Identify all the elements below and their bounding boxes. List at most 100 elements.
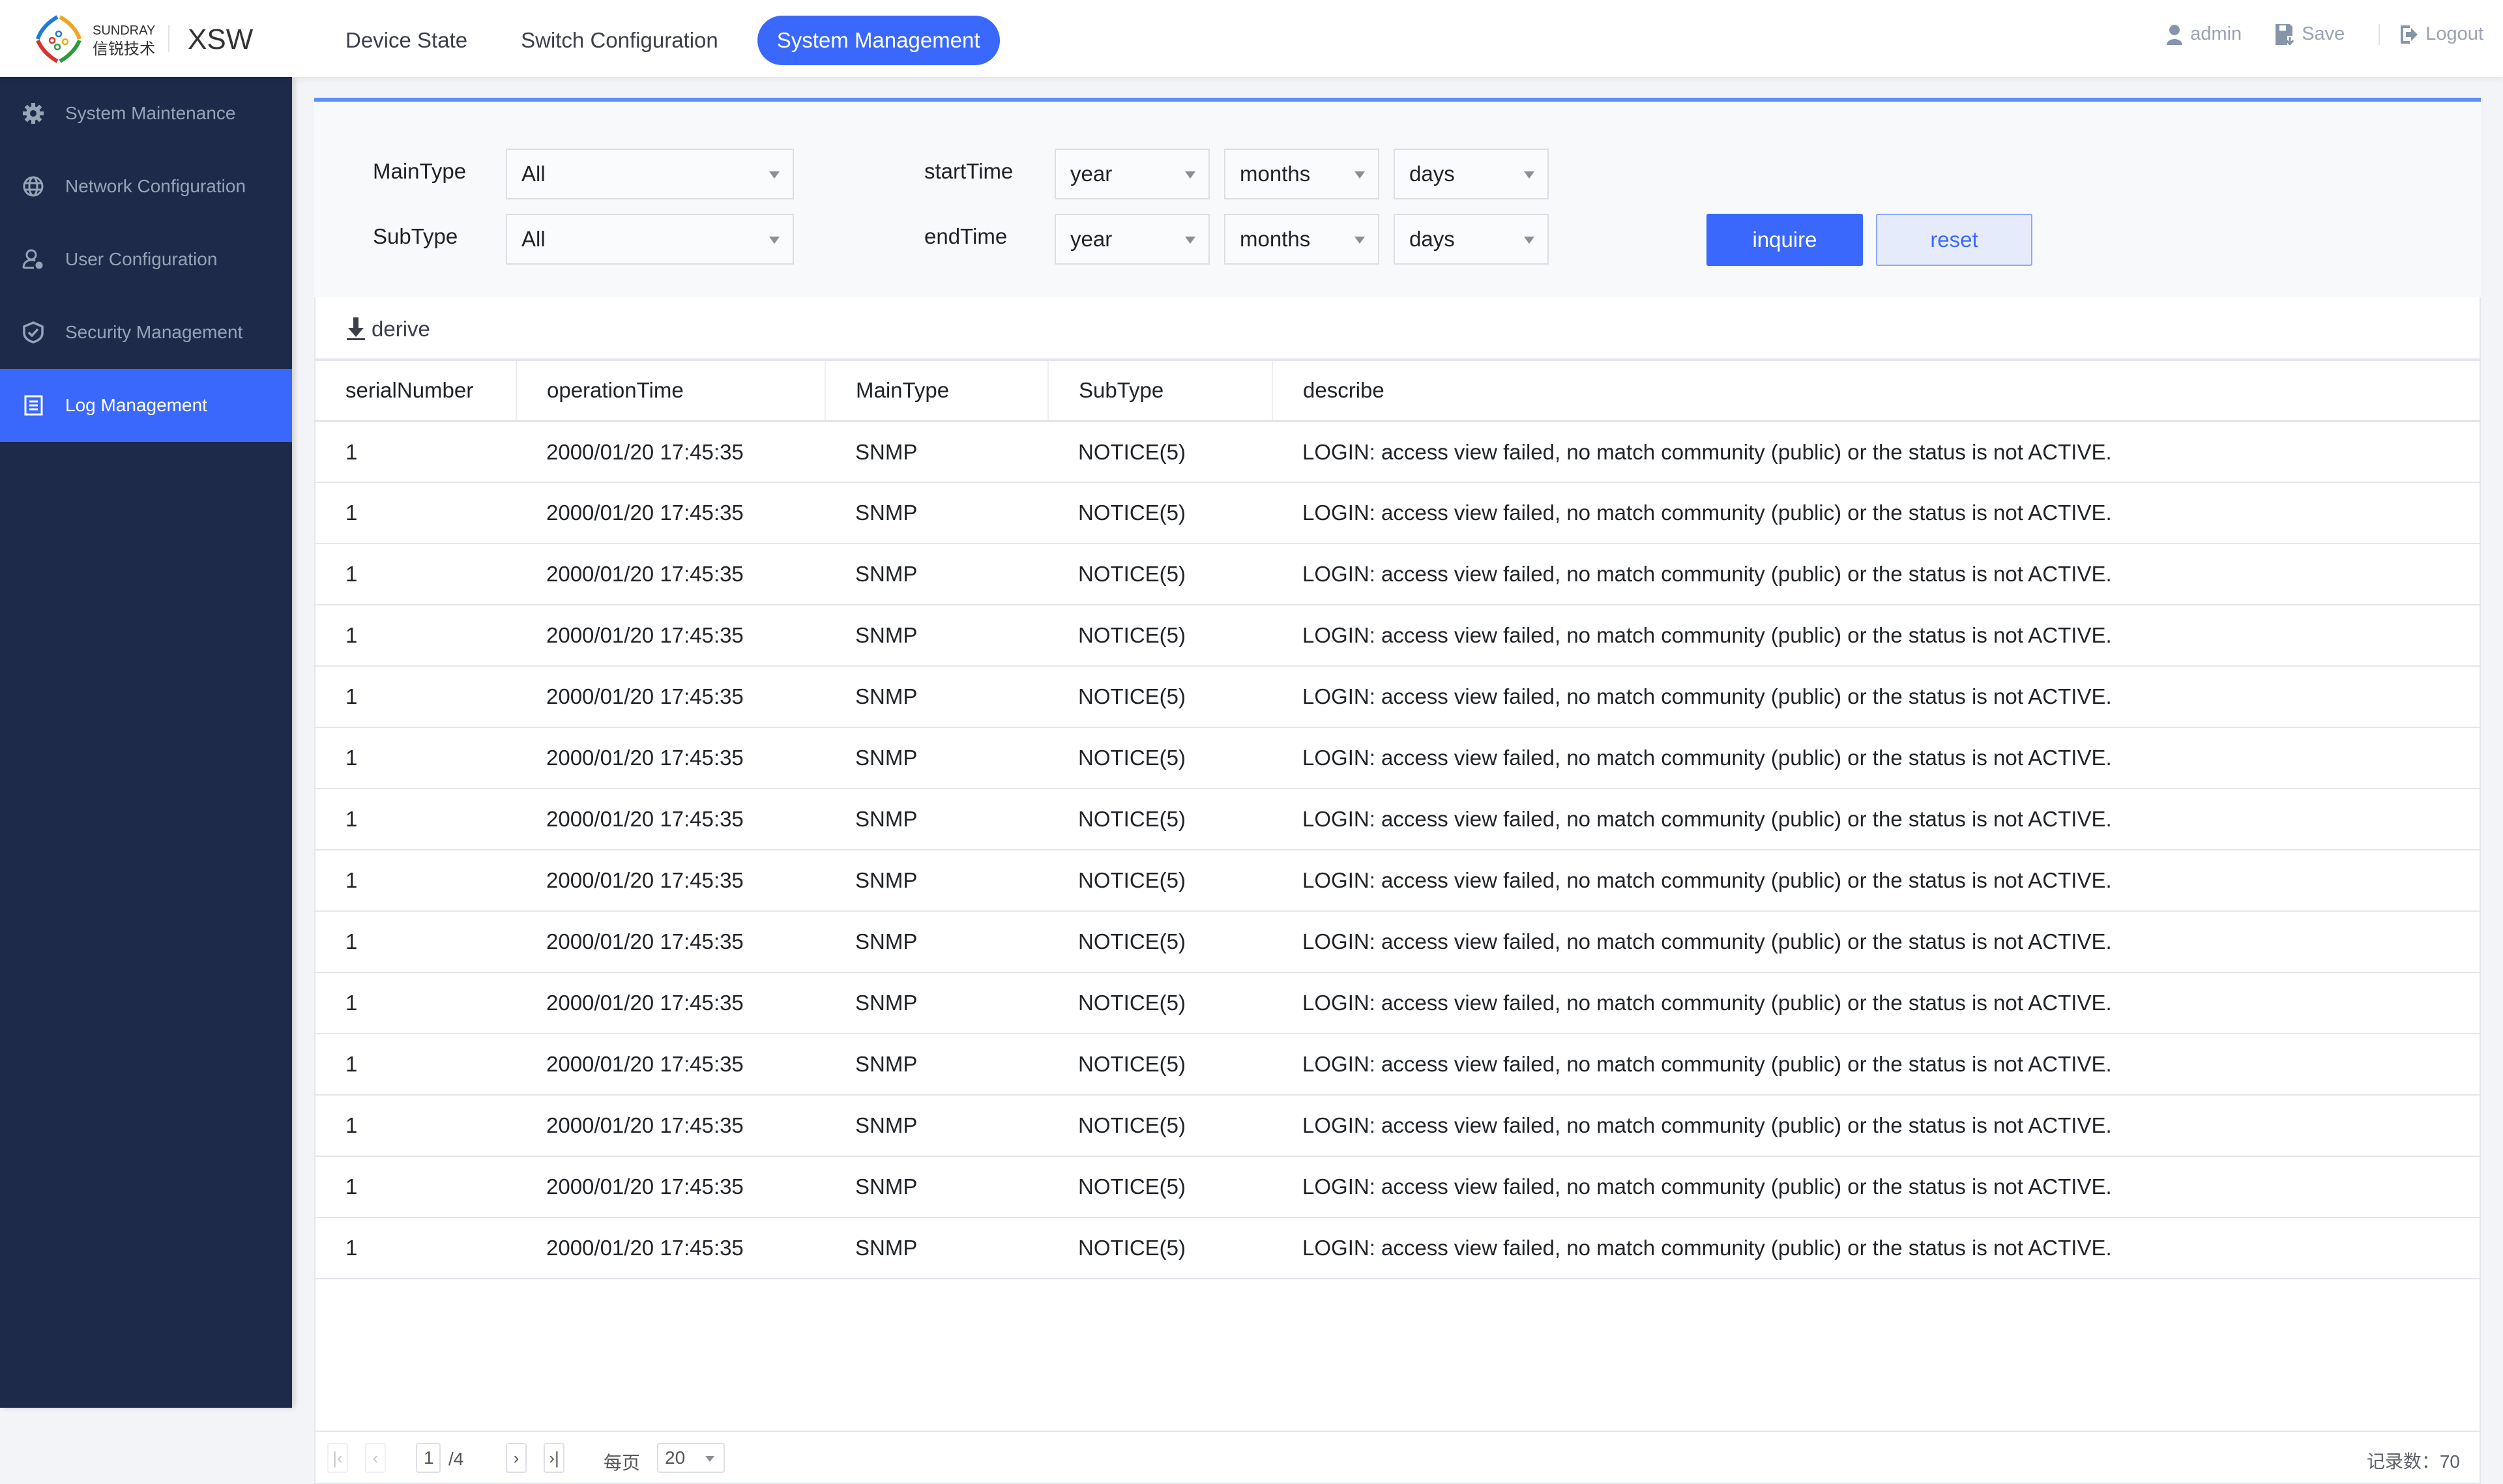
cell-describe: LOGIN: access view failed, no match comm… [1272,605,2480,667]
column-header-subtype[interactable]: SubType [1048,358,1273,422]
record-count: 记录数：70 [2367,1448,2460,1474]
table-row[interactable]: 1 2000/01/20 17:45:35 SNMP NOTICE(5) LOGIN: … [315,482,2480,544]
tab-switch-configuration[interactable]: Switch Configuration [506,16,733,65]
cell-maintype: SNMP [825,544,1048,605]
end-year-value: year [1070,227,1113,251]
column-header-serialnumber[interactable]: serialNumber [315,358,517,422]
chevron-down-icon [1354,237,1365,244]
cell-serialnumber: 1 [315,789,516,851]
cell-describe: LOGIN: access view failed, no match comm… [1272,850,2480,912]
column-header-operationtime[interactable]: operationTime [516,358,826,422]
table-row[interactable]: 1 2000/01/20 17:45:35 SNMP NOTICE(5) LOGIN: … [315,911,2480,973]
table-row[interactable]: 1 2000/01/20 17:45:35 SNMP NOTICE(5) LOGIN: … [315,1156,2480,1218]
record-count-value: 70 [2439,1451,2460,1472]
chevron-down-icon [769,171,780,179]
log-table-panel: derive serialNumber operationTime MainTy… [314,297,2481,1431]
shield-check-icon [22,321,44,343]
product-title: XSW [188,23,254,55]
chevron-down-icon [705,1456,714,1462]
cell-serialnumber: 1 [315,1034,516,1096]
username: admin [2190,23,2242,44]
tab-device-state[interactable]: Device State [331,16,482,65]
cell-describe: LOGIN: access view failed, no match comm… [1272,666,2480,728]
cell-operationtime: 2000/01/20 17:45:35 [516,421,825,483]
end-day-select[interactable]: days [1394,214,1549,265]
cell-serialnumber: 1 [315,1095,516,1157]
table-row[interactable]: 1 2000/01/20 17:45:35 SNMP NOTICE(5) LOGIN: … [315,421,2480,483]
per-page-select[interactable]: 20 [657,1443,725,1473]
start-year-select[interactable]: year [1055,149,1210,199]
per-page-value: 20 [665,1448,686,1468]
inquire-button[interactable]: inquire [1706,214,1863,266]
cell-operationtime: 2000/01/20 17:45:35 [516,972,825,1034]
start-month-value: months [1240,162,1311,186]
logout-button[interactable]: Logout [2399,23,2483,45]
cell-subtype: NOTICE(5) [1048,605,1272,667]
table-row[interactable]: 1 2000/01/20 17:45:35 SNMP NOTICE(5) LOGIN: … [315,1095,2480,1157]
table-row[interactable]: 1 2000/01/20 17:45:35 SNMP NOTICE(5) LOGIN: … [315,1034,2480,1096]
last-page-button[interactable]: ›| [544,1443,564,1473]
table-header-row: serialNumber operationTime MainType SubT… [315,358,2480,422]
cell-maintype: SNMP [825,482,1048,544]
table-row[interactable]: 1 2000/01/20 17:45:35 SNMP NOTICE(5) LOGIN: … [315,544,2480,605]
table-row[interactable]: 1 2000/01/20 17:45:35 SNMP NOTICE(5) LOGIN: … [315,1217,2480,1279]
log-table: serialNumber operationTime MainType SubT… [315,358,2480,1279]
cell-subtype: NOTICE(5) [1048,421,1272,483]
cell-maintype: SNMP [825,1095,1048,1157]
chevron-down-icon [1524,237,1534,244]
starttime-label: startTime [924,159,1014,183]
sidebar-item-security-management[interactable]: Security Management [0,296,292,369]
pagination-bar: |‹ ‹ 1 /4 › ›| 每页 20 记录数：70 [314,1431,2481,1484]
subtype-select[interactable]: All [506,214,794,265]
user-gear-icon [22,248,44,270]
tab-system-management[interactable]: System Management [757,16,1000,65]
end-month-value: months [1240,227,1311,251]
prev-page-button[interactable]: ‹ [365,1443,386,1473]
cell-operationtime: 2000/01/20 17:45:35 [516,1095,825,1157]
end-month-select[interactable]: months [1224,214,1379,265]
sidebar-item-label: System Maintenance [65,103,236,123]
page-number-input[interactable]: 1 [416,1443,441,1473]
cell-subtype: NOTICE(5) [1048,1034,1272,1096]
chevron-right-icon: › [513,1448,520,1468]
user-menu[interactable]: admin [2165,23,2242,45]
cell-serialnumber: 1 [315,911,516,973]
derive-button[interactable]: derive [345,317,430,342]
main-nav: Device State Switch Configuration System… [331,16,1025,65]
next-page-button[interactable]: › [506,1443,527,1473]
reset-button[interactable]: reset [1876,214,2032,266]
total-pages: /4 [448,1449,464,1469]
table-row[interactable]: 1 2000/01/20 17:45:35 SNMP NOTICE(5) LOGIN: … [315,850,2480,912]
column-header-describe[interactable]: describe [1272,358,2480,422]
sidebar-item-label: User Configuration [65,249,218,269]
chevron-down-icon [1185,171,1195,179]
column-header-maintype[interactable]: MainType [825,358,1049,422]
filter-panel: MainType All SubType All startTime year … [314,102,2481,297]
sidebar-item-system-maintenance[interactable]: System Maintenance [0,77,292,150]
start-month-select[interactable]: months [1224,149,1379,199]
table-row[interactable]: 1 2000/01/20 17:45:35 SNMP NOTICE(5) LOGIN: … [315,789,2480,851]
table-row[interactable]: 1 2000/01/20 17:45:35 SNMP NOTICE(5) LOGIN: … [315,727,2480,789]
sidebar-item-log-management[interactable]: Log Management [0,369,292,442]
sidebar-item-label: Network Configuration [65,176,246,196]
chevron-down-icon [1524,171,1534,179]
cell-serialnumber: 1 [315,605,516,667]
end-year-select[interactable]: year [1055,214,1210,265]
cell-maintype: SNMP [825,1217,1048,1279]
sidebar-item-user-configuration[interactable]: User Configuration [0,223,292,296]
table-row[interactable]: 1 2000/01/20 17:45:35 SNMP NOTICE(5) LOGIN: … [315,605,2480,667]
start-day-select[interactable]: days [1394,149,1549,199]
brand-divider [168,25,169,52]
sidebar-item-network-configuration[interactable]: Network Configuration [0,150,292,223]
cell-describe: LOGIN: access view failed, no match comm… [1272,789,2480,851]
subtype-label: SubType [373,224,458,248]
maintype-select[interactable]: All [506,149,794,199]
table-row[interactable]: 1 2000/01/20 17:45:35 SNMP NOTICE(5) LOGIN: … [315,972,2480,1034]
first-page-button[interactable]: |‹ [327,1443,348,1473]
chevron-down-icon [1354,171,1365,179]
per-page-label: 每页 [604,1453,641,1473]
table-row[interactable]: 1 2000/01/20 17:45:35 SNMP NOTICE(5) LOGIN: … [315,666,2480,728]
save-button[interactable]: Save [2276,23,2345,45]
cell-operationtime: 2000/01/20 17:45:35 [516,850,825,912]
cell-maintype: SNMP [825,1156,1048,1218]
